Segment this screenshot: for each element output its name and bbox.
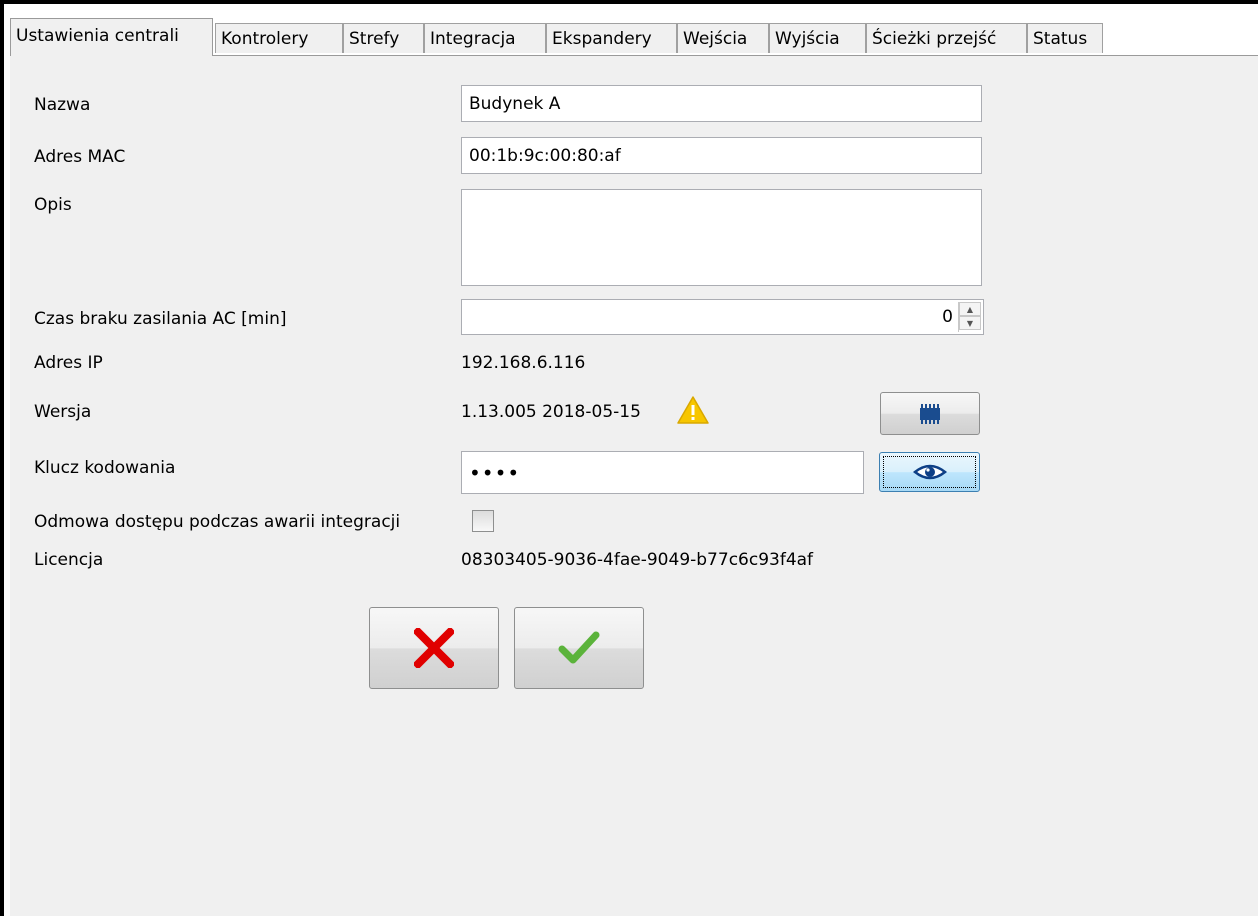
tab-status[interactable]: Status <box>1027 23 1103 53</box>
spin-up-icon[interactable]: ▲ <box>959 302 981 316</box>
show-key-button[interactable] <box>879 452 980 492</box>
encryption-key-input[interactable]: •••• <box>461 451 864 494</box>
confirm-button[interactable] <box>514 607 644 689</box>
tab-sciezki-przejsc[interactable]: Ścieżki przejść <box>866 23 1027 53</box>
ac-outage-spinbox[interactable]: 0 ▲ ▼ <box>461 299 984 335</box>
tab-kontrolery[interactable]: Kontrolery <box>215 23 343 53</box>
tab-integracja[interactable]: Integracja <box>424 23 546 53</box>
warning-icon <box>677 396 709 424</box>
mac-input[interactable]: 00:1b:9c:00:80:af <box>461 137 982 174</box>
tab-wejscia[interactable]: Wejścia <box>677 23 769 53</box>
description-textarea[interactable] <box>461 189 982 286</box>
ip-label: Adres IP <box>34 353 103 373</box>
mac-input-value: 00:1b:9c:00:80:af <box>469 145 621 166</box>
cancel-x-icon <box>414 628 454 668</box>
spin-buttons: ▲ ▼ <box>958 302 981 332</box>
name-label: Nazwa <box>34 95 91 115</box>
encryption-key-value: •••• <box>469 460 521 485</box>
eye-icon <box>912 464 947 480</box>
tab-bar: Ustawienia centrali Kontrolery Strefy In… <box>10 18 1258 56</box>
tab-strefy[interactable]: Strefy <box>343 23 424 53</box>
spin-down-icon[interactable]: ▼ <box>959 316 981 330</box>
mac-label: Adres MAC <box>34 147 126 167</box>
license-value: 08303405-9036-4fae-9049-b77c6c93f4af <box>461 550 814 570</box>
confirm-check-icon <box>558 631 600 664</box>
ac-outage-value: 0 <box>942 307 953 327</box>
deny-access-checkbox[interactable] <box>472 510 494 532</box>
tab-ekspandery[interactable]: Ekspandery <box>546 23 677 53</box>
license-label: Licencja <box>34 550 104 570</box>
tab-wyjscia[interactable]: Wyjścia <box>769 23 866 53</box>
name-input[interactable]: Budynek A <box>461 85 982 122</box>
ac-outage-label: Czas braku zasilania AC [min] <box>34 309 287 329</box>
description-label: Opis <box>34 195 72 215</box>
firmware-update-button[interactable] <box>880 392 980 435</box>
ip-value: 192.168.6.116 <box>461 353 586 373</box>
deny-access-label: Odmowa dostępu podczas awarii integracji <box>34 512 401 532</box>
encryption-key-label: Klucz kodowania <box>34 458 176 478</box>
cancel-button[interactable] <box>369 607 499 689</box>
settings-panel: Nazwa Budynek A Adres MAC 00:1b:9c:00:80… <box>10 55 1258 916</box>
version-value: 1.13.005 2018-05-15 <box>461 402 641 422</box>
name-input-value: Budynek A <box>469 93 561 114</box>
version-label: Wersja <box>34 402 92 422</box>
chip-icon <box>920 403 940 424</box>
window-frame-top <box>0 0 1258 4</box>
tab-ustawienia-centrali[interactable]: Ustawienia centrali <box>10 18 213 56</box>
